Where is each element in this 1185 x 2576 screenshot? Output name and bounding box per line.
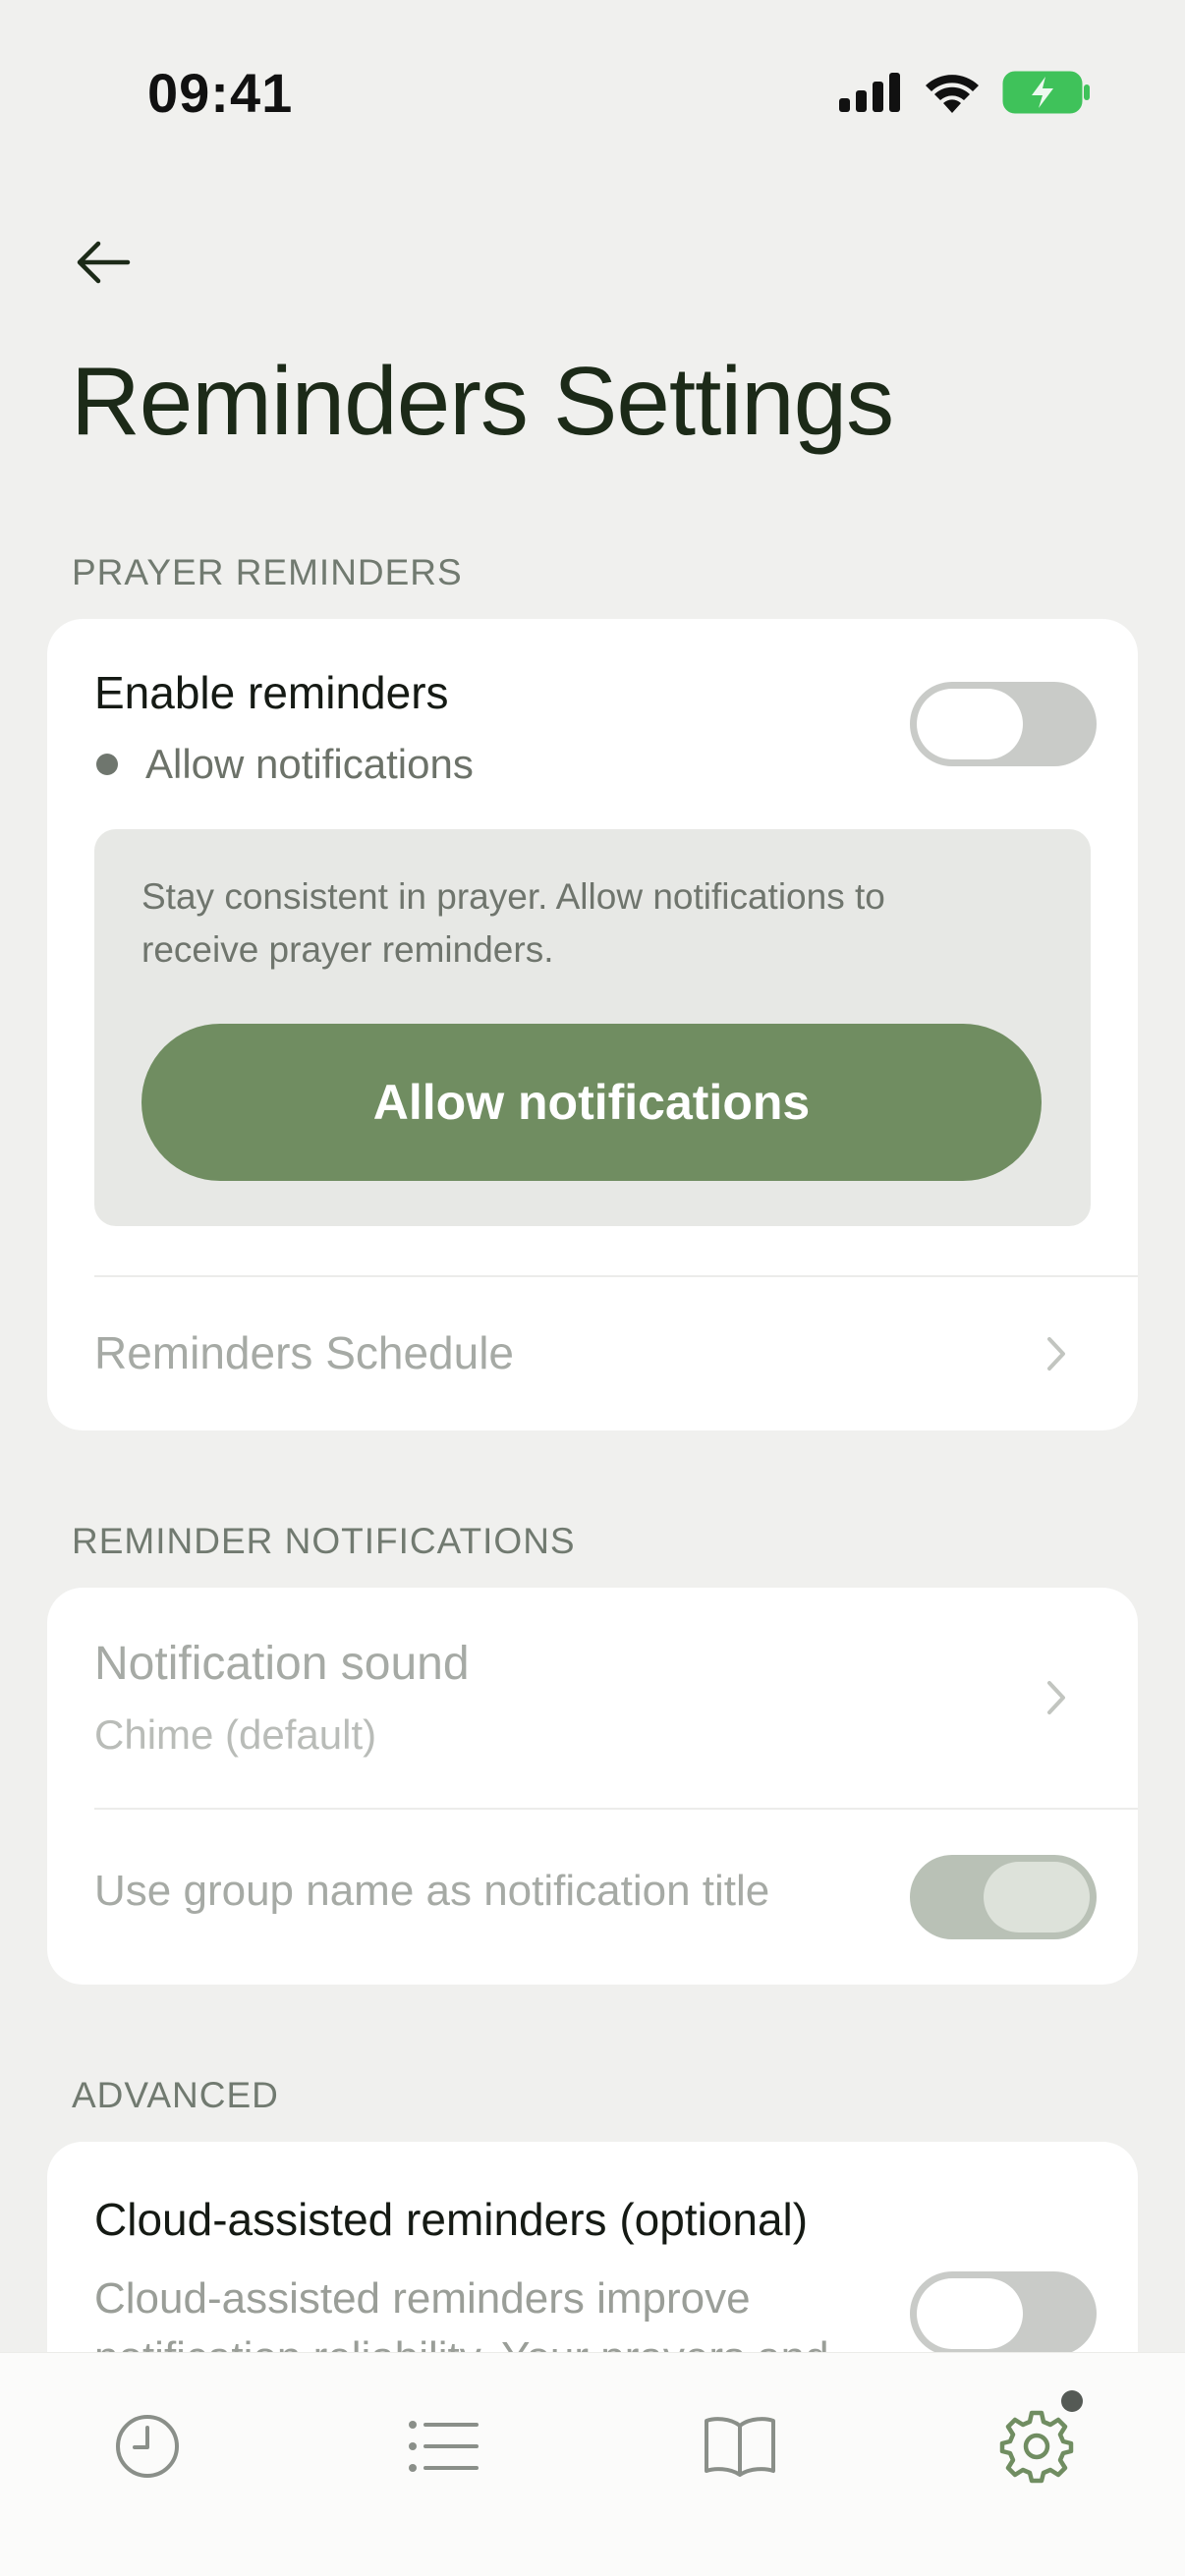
enable-reminders-status-text: Allow notifications xyxy=(145,741,474,787)
enable-reminders-status: Allow notifications xyxy=(96,741,474,788)
status-time: 09:41 xyxy=(147,62,294,124)
reminder-notifications-card: Notification sound Chime (default) Use g… xyxy=(47,1588,1138,1985)
section-label-advanced: ADVANCED xyxy=(72,2075,279,2115)
wifi-icon xyxy=(926,75,979,113)
arrow-left-icon xyxy=(77,241,131,284)
tab-history[interactable] xyxy=(103,2402,192,2491)
group-title-label: Use group name as notification title xyxy=(94,1867,770,1915)
battery-charging-icon xyxy=(1002,71,1090,114)
notification-permission-box: Stay consistent in prayer. Allow notific… xyxy=(94,829,1091,1226)
reminders-schedule-label: Reminders Schedule xyxy=(94,1327,515,1378)
notification-sound-title: Notification sound xyxy=(94,1638,470,1690)
allow-notifications-button[interactable]: Allow notifications xyxy=(141,1024,1042,1181)
toggle-knob xyxy=(917,689,1023,759)
history-icon xyxy=(116,2415,179,2478)
status-icons xyxy=(839,71,1091,114)
chevron-right-icon xyxy=(1047,1337,1065,1371)
notification-sound-row[interactable]: Notification sound Chime (default) xyxy=(47,1588,1138,1808)
status-bar: 09:41 xyxy=(0,0,1185,187)
chevron-right-icon xyxy=(1047,1681,1065,1714)
tab-settings[interactable] xyxy=(992,2390,1083,2491)
notification-permission-text: Stay consistent in prayer. Allow notific… xyxy=(141,876,885,970)
tab-bar xyxy=(0,2352,1185,2576)
prayer-reminders-card: Enable reminders Allow notifications Sta… xyxy=(47,619,1138,1430)
toggle-knob xyxy=(984,1862,1090,1932)
toggle-knob xyxy=(917,2278,1023,2349)
group-title-toggle[interactable] xyxy=(910,1855,1097,1939)
back-button[interactable] xyxy=(69,228,138,297)
settings-icon xyxy=(999,2410,1074,2484)
page-title: Reminders Settings xyxy=(71,347,894,455)
list-icon xyxy=(409,2421,479,2472)
enable-reminders-title: Enable reminders xyxy=(94,667,449,718)
divider xyxy=(94,1808,1138,1810)
cloud-reminders-toggle[interactable] xyxy=(910,2271,1097,2356)
enable-reminders-toggle[interactable] xyxy=(910,682,1097,766)
notification-badge xyxy=(1061,2390,1083,2412)
cloud-reminders-title: Cloud-assisted reminders (optional) xyxy=(94,2194,809,2245)
tab-list[interactable] xyxy=(399,2402,487,2491)
book-icon xyxy=(705,2417,775,2477)
tab-book[interactable] xyxy=(696,2402,784,2491)
signal-icon xyxy=(839,73,900,112)
notification-sound-value: Chime (default) xyxy=(94,1711,377,1758)
section-label-prayer-reminders: PRAYER REMINDERS xyxy=(72,552,463,592)
reminders-schedule-row[interactable]: Reminders Schedule xyxy=(47,1277,1138,1430)
section-label-reminder-notifications: REMINDER NOTIFICATIONS xyxy=(72,1521,576,1561)
status-dot-icon xyxy=(96,754,118,775)
